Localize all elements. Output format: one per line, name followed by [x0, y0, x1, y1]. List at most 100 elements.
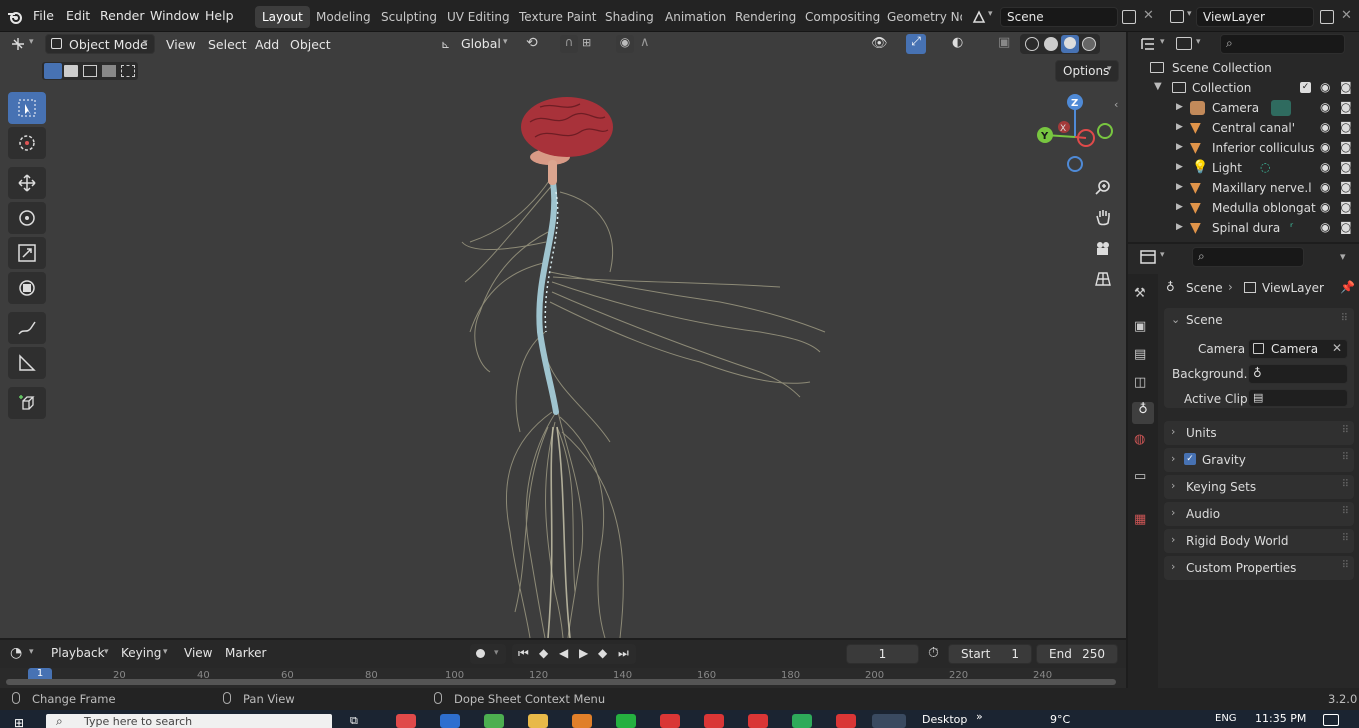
texture-tab-icon[interactable]: ▦: [1134, 512, 1152, 530]
taskbar-search[interactable]: ⌕ Type here to search: [46, 714, 332, 728]
tool-tab-icon[interactable]: ⚒: [1134, 286, 1152, 304]
tab-shading[interactable]: Shading: [598, 6, 661, 28]
outliner-search[interactable]: ⌕: [1220, 34, 1345, 54]
eye-icon[interactable]: ◉: [1320, 80, 1330, 94]
properties-search[interactable]: ⌕: [1192, 247, 1304, 267]
jump-start-icon[interactable]: ⏮: [518, 646, 529, 661]
app-icon[interactable]: [396, 714, 416, 728]
pin-icon[interactable]: 📌: [1340, 280, 1355, 294]
playback-menu[interactable]: Playback ▾: [44, 643, 114, 663]
scene-icon[interactable]: [972, 10, 986, 24]
chevron-down-icon[interactable]: ▾: [29, 647, 34, 657]
nervous-system-model[interactable]: [0, 32, 1126, 638]
tab-rendering[interactable]: Rendering: [728, 6, 803, 28]
remove-scene-icon[interactable]: ✕: [1143, 8, 1154, 23]
tab-uv-editing[interactable]: UV Editing: [440, 6, 517, 28]
chevron-down-icon[interactable]: ▾: [1196, 37, 1201, 47]
stopwatch-icon[interactable]: ⏱: [928, 645, 939, 661]
sidebar-toggle-icon[interactable]: ‹: [1114, 98, 1118, 111]
language-label[interactable]: ENG: [1215, 713, 1237, 724]
menu-file[interactable]: File: [33, 8, 54, 23]
outliner-item-medulla[interactable]: ▶ ▼ Medulla oblongat ◉ ◙: [1128, 199, 1359, 219]
blender-taskbar-icon[interactable]: [872, 714, 906, 728]
render-tab-icon[interactable]: ▣: [1134, 319, 1152, 337]
camera-icon[interactable]: ◙: [1340, 200, 1352, 214]
app-icon[interactable]: [440, 714, 460, 728]
chevron-down-icon[interactable]: ▾: [1160, 37, 1165, 47]
jump-end-icon[interactable]: ⏭: [618, 646, 629, 661]
drag-handle-icon[interactable]: ⠿: [1342, 425, 1349, 436]
chevron-right-icon[interactable]: »: [976, 710, 983, 723]
eye-icon[interactable]: ◉: [1320, 100, 1330, 114]
collection-tab-icon[interactable]: ▭: [1134, 469, 1152, 487]
menu-help[interactable]: Help: [205, 8, 234, 23]
menu-view[interactable]: View: [184, 646, 212, 660]
camera-icon[interactable]: ◙: [1340, 120, 1352, 134]
current-frame-field[interactable]: 1: [846, 644, 919, 664]
camera-icon[interactable]: ◙: [1340, 160, 1352, 174]
weather-label[interactable]: 9°C: [1050, 713, 1070, 726]
audio-panel[interactable]: › Audio ⠿: [1164, 502, 1354, 526]
app-icon[interactable]: [704, 714, 724, 728]
light-data-icon[interactable]: ◌: [1260, 160, 1270, 174]
windows-start-icon[interactable]: ⊞: [14, 716, 30, 728]
collapse-arrow-icon[interactable]: ▼: [1154, 81, 1162, 92]
menu-window[interactable]: Window: [150, 8, 199, 23]
properties-editor-icon[interactable]: [1140, 250, 1156, 264]
outliner-item-light[interactable]: ▶ 💡 Light ◌ ◉ ◙: [1128, 159, 1359, 179]
camera-data-icon[interactable]: [1271, 100, 1291, 116]
camera-field[interactable]: Camera ✕: [1248, 339, 1348, 359]
tab-geometry-nodes[interactable]: Geometry Noc: [880, 6, 962, 28]
start-frame-field[interactable]: Start 1: [948, 644, 1032, 664]
drag-handle-icon[interactable]: ⠿: [1342, 452, 1349, 463]
play-icon[interactable]: ▶: [579, 646, 588, 660]
background-scene-field[interactable]: ♁: [1248, 364, 1348, 384]
clock-editor-icon[interactable]: ◔: [10, 645, 22, 661]
keying-menu[interactable]: Keying ▾: [114, 643, 174, 663]
menu-edit[interactable]: Edit: [66, 8, 90, 23]
outliner-collection[interactable]: ▼ Collection ✓ ◉ ◙: [1128, 79, 1359, 99]
display-mode-icon[interactable]: [1176, 37, 1192, 50]
expand-arrow-icon[interactable]: ▶: [1176, 182, 1183, 192]
frame-ruler[interactable]: 1 20 40 60 80 100 120 140 160 180 200 22…: [0, 668, 1126, 688]
desktop-label[interactable]: Desktop: [922, 713, 967, 726]
view-layer-tab-icon[interactable]: ◫: [1134, 375, 1152, 393]
chevron-down-icon[interactable]: ▾: [1160, 250, 1165, 260]
zoom-icon[interactable]: [1091, 175, 1115, 199]
world-tab-icon[interactable]: ◍: [1134, 432, 1152, 450]
chrome-icon[interactable]: [484, 714, 504, 728]
auto-keying-toggle[interactable]: ▾: [470, 644, 506, 664]
viewlayer-selector[interactable]: ViewLayer: [1196, 7, 1314, 27]
play-reverse-icon[interactable]: ◀: [559, 646, 568, 660]
chevron-down-icon[interactable]: ▾: [1340, 250, 1346, 263]
chevron-down-icon[interactable]: ⌄: [1171, 313, 1180, 326]
menu-render[interactable]: Render: [100, 8, 145, 23]
tab-layout[interactable]: Layout: [255, 6, 310, 28]
camera-view-icon[interactable]: [1091, 236, 1115, 260]
eye-icon[interactable]: ◉: [1320, 120, 1330, 134]
new-scene-icon[interactable]: [1122, 10, 1136, 24]
notifications-icon[interactable]: [1323, 714, 1339, 726]
tab-sculpting[interactable]: Sculpting: [374, 6, 444, 28]
modifier-icon[interactable]: ʳ: [1290, 220, 1293, 234]
drag-handle-icon[interactable]: ⠿: [1342, 560, 1349, 571]
outliner-scene-collection[interactable]: Scene Collection: [1128, 59, 1359, 79]
3d-viewport[interactable]: ▾ Object Mode ▾ View Select Add Object ⊾…: [0, 32, 1126, 638]
rigid-body-world-panel[interactable]: › Rigid Body World ⠿: [1164, 529, 1354, 553]
keying-sets-panel[interactable]: › Keying Sets ⠿: [1164, 475, 1354, 499]
output-tab-icon[interactable]: ▤: [1134, 347, 1152, 365]
outliner-item-camera[interactable]: ▶ Camera ◉ ◙: [1128, 99, 1359, 119]
file-explorer-icon[interactable]: [528, 714, 548, 728]
custom-properties-panel[interactable]: › Custom Properties ⠿: [1164, 556, 1354, 580]
gravity-panel[interactable]: › ✓ Gravity ⠿: [1164, 448, 1354, 472]
app-icon[interactable]: [660, 714, 680, 728]
tab-compositing[interactable]: Compositing: [798, 6, 887, 28]
outliner-item-inferior-colliculus[interactable]: ▶ ▼ Inferior colliculus ◉ ◙: [1128, 139, 1359, 159]
remove-viewlayer-icon[interactable]: ✕: [1341, 8, 1352, 23]
eye-icon[interactable]: ◉: [1320, 200, 1330, 214]
eye-icon[interactable]: ◉: [1320, 160, 1330, 174]
app-icon[interactable]: [836, 714, 856, 728]
outliner-editor-icon[interactable]: [1140, 37, 1156, 51]
scene-panel-title[interactable]: Scene: [1186, 313, 1223, 327]
outliner-item-maxillary-nerve[interactable]: ▶ ▼ Maxillary nerve.l ◉ ◙: [1128, 179, 1359, 199]
